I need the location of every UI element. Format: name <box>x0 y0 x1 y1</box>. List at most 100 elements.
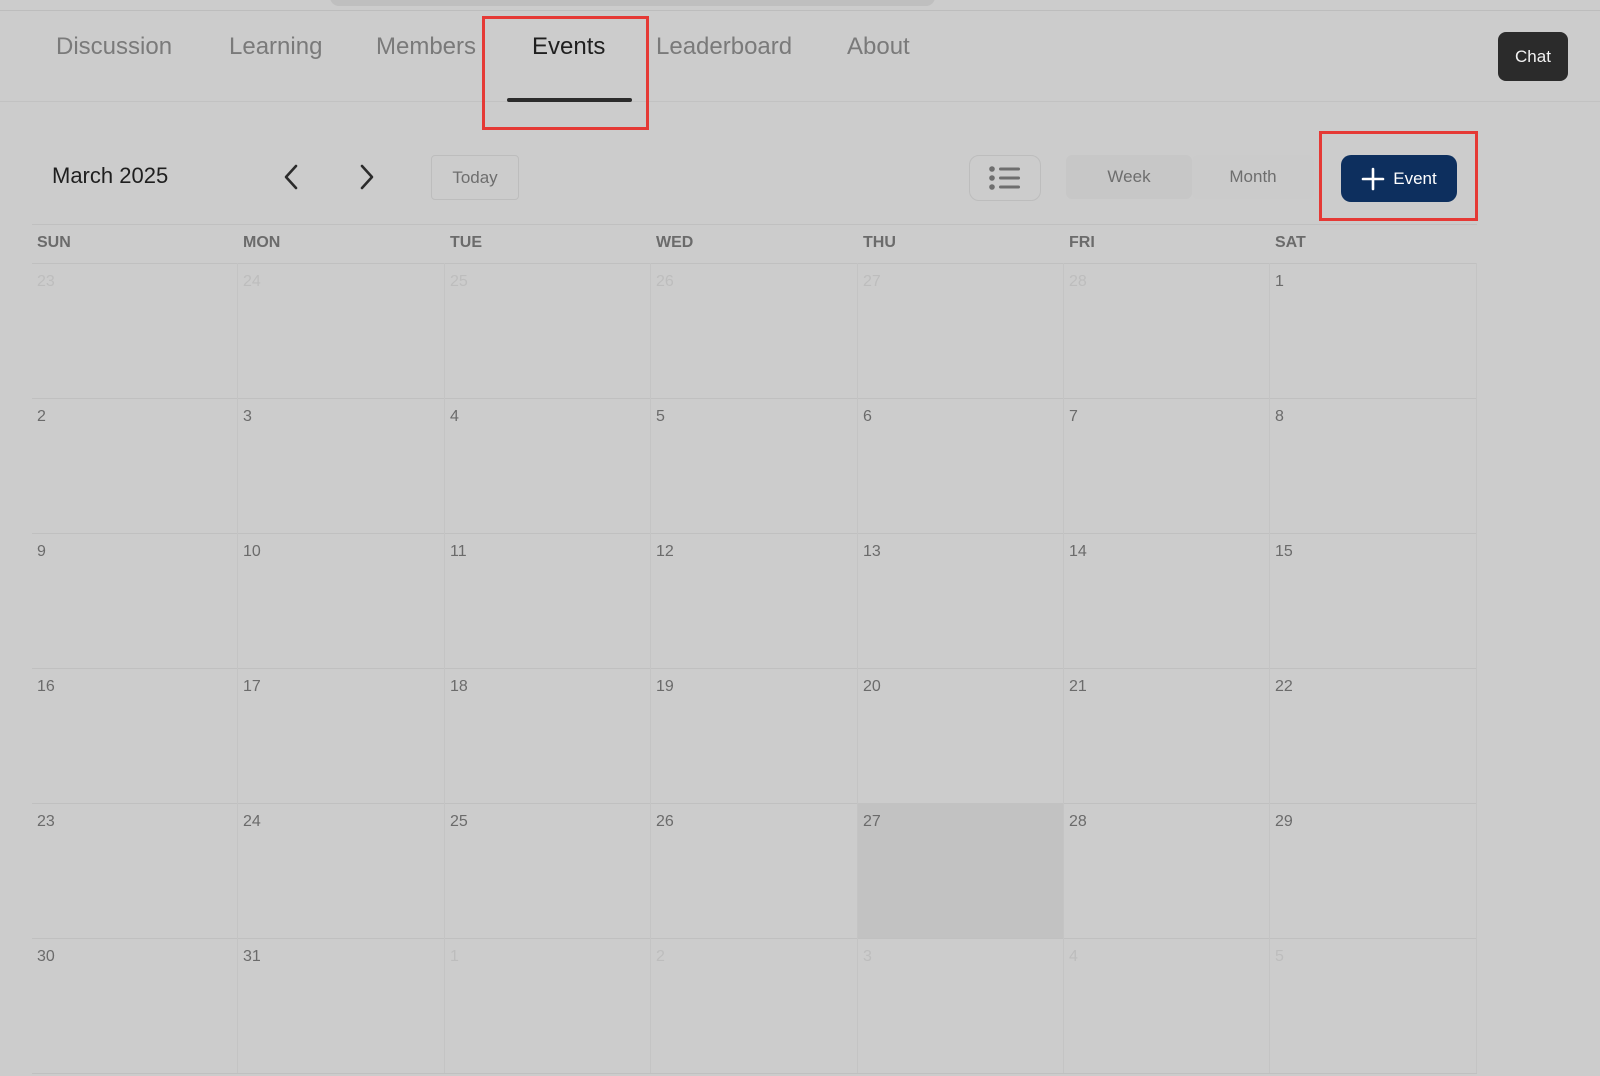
day-number: 21 <box>1069 678 1087 695</box>
calendar-day-cell[interactable]: 8 <box>1270 398 1477 533</box>
calendar-day-cell[interactable]: 20 <box>858 668 1064 803</box>
month-view-button[interactable]: Month <box>1192 155 1314 199</box>
calendar-day-cell[interactable]: 2 <box>32 398 238 533</box>
calendar-day-cell[interactable]: 29 <box>1270 803 1477 938</box>
calendar-day-cell[interactable]: 24 <box>238 263 445 398</box>
day-number: 16 <box>37 678 55 695</box>
calendar-day-cell[interactable]: 1 <box>1270 263 1477 398</box>
calendar-day-cell[interactable]: 31 <box>238 938 445 1073</box>
day-number: 22 <box>1275 678 1293 695</box>
chevron-right-icon <box>360 164 374 190</box>
calendar-day-cell[interactable]: 2 <box>651 938 858 1073</box>
day-number: 12 <box>656 543 674 560</box>
day-number: 1 <box>1275 273 1284 290</box>
day-number: 10 <box>243 543 261 560</box>
tab-learning[interactable]: Learning <box>229 33 322 61</box>
weekday-label: THU <box>863 234 896 251</box>
calendar-day-cell[interactable]: 28 <box>1064 263 1270 398</box>
today-button[interactable]: Today <box>431 155 519 200</box>
calendar-day-cell[interactable]: 18 <box>445 668 651 803</box>
weekday-header-row: SUN MON TUE WED THU FRI SAT <box>32 225 1477 264</box>
calendar-day-cell[interactable]: 23 <box>32 263 238 398</box>
calendar-day-cell[interactable]: 24 <box>238 803 445 938</box>
add-event-label: Event <box>1393 168 1437 188</box>
calendar-day-cell[interactable]: 26 <box>651 803 858 938</box>
day-number: 27 <box>863 273 881 290</box>
next-month-button[interactable] <box>352 160 382 194</box>
tab-about[interactable]: About <box>847 33 910 61</box>
calendar-week-row: 9 10 11 12 13 14 15 <box>32 533 1477 669</box>
day-number: 1 <box>450 948 459 965</box>
calendar-day-cell[interactable]: 19 <box>651 668 858 803</box>
calendar-day-cell[interactable]: 3 <box>238 398 445 533</box>
calendar-day-cell[interactable]: 9 <box>32 533 238 668</box>
address-bar[interactable] <box>330 0 935 6</box>
calendar-day-cell[interactable]: 4 <box>1064 938 1270 1073</box>
calendar-day-cell[interactable]: 16 <box>32 668 238 803</box>
day-number: 8 <box>1275 408 1284 425</box>
day-number: 30 <box>37 948 55 965</box>
list-view-button[interactable] <box>969 155 1041 201</box>
day-number: 14 <box>1069 543 1087 560</box>
calendar-day-cell[interactable]: 11 <box>445 533 651 668</box>
tab-members[interactable]: Members <box>376 33 476 61</box>
prev-month-button[interactable] <box>276 160 306 194</box>
calendar-day-cell[interactable]: 13 <box>858 533 1064 668</box>
calendar-day-cell[interactable]: 25 <box>445 263 651 398</box>
day-number: 28 <box>1069 273 1087 290</box>
day-number: 3 <box>863 948 872 965</box>
calendar-day-cell[interactable]: 6 <box>858 398 1064 533</box>
month-calendar-grid: SUN MON TUE WED THU FRI SAT 23 24 25 26 27 28… <box>32 224 1477 1076</box>
day-number: 2 <box>656 948 665 965</box>
day-number: 29 <box>1275 813 1293 830</box>
calendar-day-cell[interactable]: 23 <box>32 803 238 938</box>
day-number: 7 <box>1069 408 1078 425</box>
calendar-day-cell-today[interactable]: 27 <box>858 803 1064 938</box>
calendar-week-row: 16 17 18 19 20 21 22 <box>32 668 1477 804</box>
calendar-day-cell[interactable]: 15 <box>1270 533 1477 668</box>
calendar-day-cell[interactable]: 3 <box>858 938 1064 1073</box>
week-view-button[interactable]: Week <box>1066 155 1192 199</box>
day-number: 5 <box>1275 948 1284 965</box>
day-number: 28 <box>1069 813 1087 830</box>
calendar-day-cell[interactable]: 4 <box>445 398 651 533</box>
tab-leaderboard[interactable]: Leaderboard <box>656 33 792 61</box>
day-number: 15 <box>1275 543 1293 560</box>
day-number: 26 <box>656 273 674 290</box>
calendar-day-cell[interactable]: 1 <box>445 938 651 1073</box>
calendar-day-cell[interactable]: 22 <box>1270 668 1477 803</box>
day-number: 20 <box>863 678 881 695</box>
chat-button[interactable]: Chat <box>1498 32 1568 81</box>
calendar-day-cell[interactable]: 14 <box>1064 533 1270 668</box>
day-number: 31 <box>243 948 261 965</box>
calendar-day-cell[interactable]: 5 <box>1270 938 1477 1073</box>
calendar-day-cell[interactable]: 7 <box>1064 398 1270 533</box>
day-number: 23 <box>37 273 55 290</box>
calendar-day-cell[interactable]: 10 <box>238 533 445 668</box>
calendar-day-cell[interactable]: 12 <box>651 533 858 668</box>
day-number: 9 <box>37 543 46 560</box>
calendar-day-cell[interactable]: 27 <box>858 263 1064 398</box>
day-number: 4 <box>1069 948 1078 965</box>
tab-events[interactable]: Events <box>532 33 605 61</box>
calendar-week-row: 2 3 4 5 6 7 8 <box>32 398 1477 534</box>
calendar-day-cell[interactable]: 17 <box>238 668 445 803</box>
calendar-day-cell[interactable]: 28 <box>1064 803 1270 938</box>
chevron-left-icon <box>284 164 298 190</box>
day-number: 24 <box>243 813 261 830</box>
calendar-day-cell[interactable]: 26 <box>651 263 858 398</box>
day-number: 23 <box>37 813 55 830</box>
weekday-label: TUE <box>450 234 482 251</box>
day-number: 6 <box>863 408 872 425</box>
day-number: 24 <box>243 273 261 290</box>
weekday-label: SUN <box>37 234 71 251</box>
browser-top-strip <box>0 0 1600 11</box>
calendar-day-cell[interactable]: 25 <box>445 803 651 938</box>
calendar-day-cell[interactable]: 21 <box>1064 668 1270 803</box>
add-event-button[interactable]: Event <box>1341 155 1457 202</box>
calendar-week-row: 30 31 1 2 3 4 5 <box>32 938 1477 1074</box>
active-tab-indicator <box>507 98 632 102</box>
tab-discussion[interactable]: Discussion <box>56 33 172 61</box>
calendar-day-cell[interactable]: 30 <box>32 938 238 1073</box>
calendar-day-cell[interactable]: 5 <box>651 398 858 533</box>
